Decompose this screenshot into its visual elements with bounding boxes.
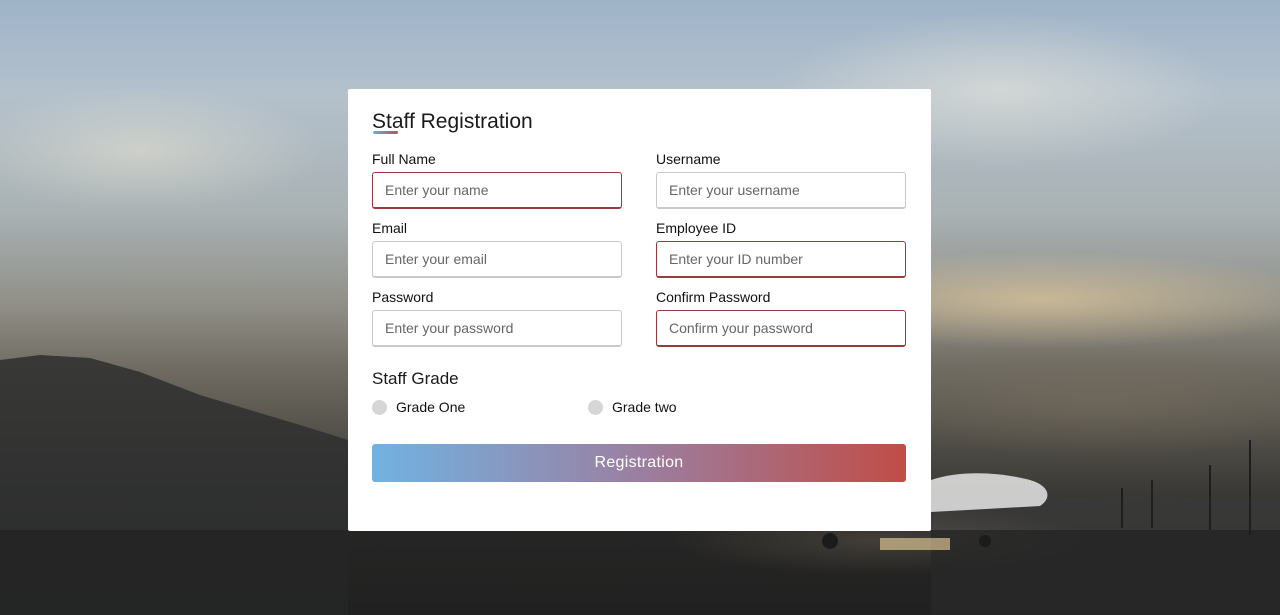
email-group: Email — [372, 220, 622, 278]
grade-two-radio[interactable]: Grade two — [588, 399, 677, 415]
username-group: Username — [656, 151, 906, 209]
staff-grade-title: Staff Grade — [372, 369, 459, 388]
password-label: Password — [372, 289, 434, 305]
password-input[interactable] — [372, 310, 622, 347]
full-name-label: Full Name — [372, 151, 436, 167]
confirm-password-input[interactable] — [656, 310, 906, 347]
employee-id-group: Employee ID — [656, 220, 906, 278]
radio-circle-icon[interactable] — [372, 399, 387, 415]
confirm-password-group: Confirm Password — [656, 289, 906, 347]
registration-button[interactable]: Registration — [372, 444, 906, 482]
password-group: Password — [372, 289, 622, 347]
username-input[interactable] — [656, 172, 906, 209]
full-name-input[interactable] — [372, 172, 622, 209]
username-label: Username — [656, 151, 721, 167]
radio-circle-icon[interactable] — [588, 399, 603, 415]
title-underline — [373, 131, 398, 134]
grade-one-radio[interactable]: Grade One — [372, 399, 465, 415]
grade-two-label[interactable]: Grade two — [612, 399, 677, 415]
employee-id-label: Employee ID — [656, 220, 737, 236]
employee-id-input[interactable] — [656, 241, 906, 278]
grade-one-label[interactable]: Grade One — [396, 399, 465, 415]
registration-card: Staff Registration Full Name Username Em… — [348, 89, 931, 531]
full-name-group: Full Name — [372, 151, 622, 209]
confirm-password-label: Confirm Password — [656, 289, 771, 305]
email-label: Email — [372, 220, 408, 236]
email-input[interactable] — [372, 241, 622, 278]
